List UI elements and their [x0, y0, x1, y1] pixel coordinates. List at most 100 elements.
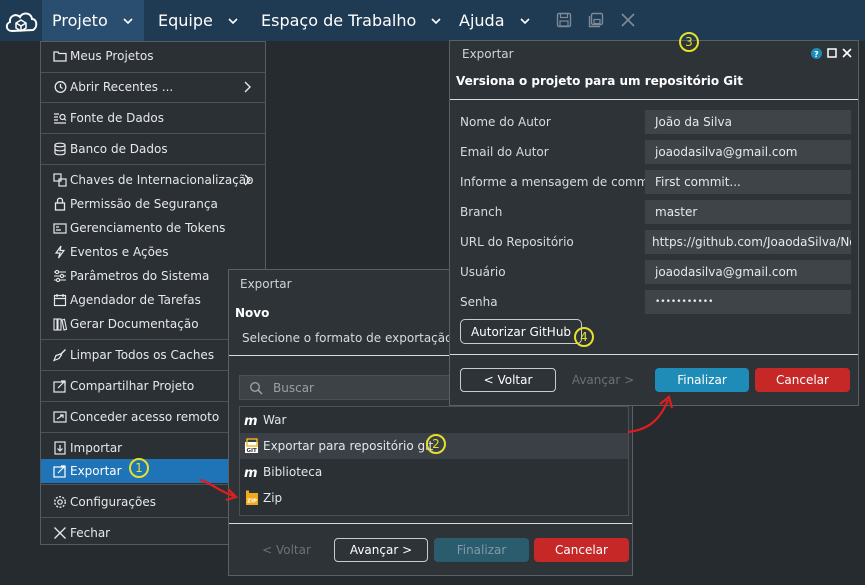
field-label-repository-url: URL do Repositório — [460, 235, 574, 249]
author-email-field[interactable]: joaodasilva@gmail.com — [645, 140, 851, 164]
remote-icon — [53, 411, 67, 423]
svg-text:?: ? — [814, 50, 819, 59]
database-icon — [54, 142, 66, 156]
token-icon — [53, 223, 67, 234]
divider — [41, 133, 265, 134]
git-export-dialog: Exportar ? Versiona o projeto para um re… — [449, 40, 859, 406]
maximize-icon[interactable] — [827, 48, 837, 58]
branch-field[interactable]: master — [645, 200, 851, 224]
menu-item-fonte-de-dados[interactable]: Fonte de Dados — [41, 106, 265, 130]
menubar: Projeto Equipe Espaço de Trabalho Ajuda — [0, 0, 865, 41]
password-field[interactable]: ••••••••••• — [645, 290, 851, 314]
import-icon — [54, 441, 66, 455]
username-field[interactable]: joaodasilva@gmail.com — [645, 260, 851, 284]
svg-text:m: m — [244, 466, 258, 480]
menu-espaco-de-trabalho[interactable]: Espaço de Trabalho — [251, 0, 452, 41]
format-item-war[interactable]: m War — [240, 407, 628, 433]
bolt-icon — [54, 245, 66, 259]
close-icon[interactable] — [620, 12, 636, 28]
chevron-down-icon — [431, 17, 441, 24]
translate-icon — [53, 173, 67, 187]
menu-item-meus-projetos[interactable]: Meus Projetos — [41, 44, 265, 68]
lock-icon — [54, 197, 66, 211]
menu-item-label: Importar — [70, 441, 123, 455]
svg-text:ZIP: ZIP — [247, 499, 257, 505]
red-arrow-icon — [627, 395, 674, 434]
finish-button[interactable]: Finalizar — [434, 538, 529, 562]
menu-item-label: Gerar Documentação — [70, 317, 199, 331]
cancel-button[interactable]: Cancelar — [755, 368, 850, 392]
dialog-heading: Novo — [235, 306, 270, 320]
finish-button[interactable]: Finalizar — [655, 368, 749, 392]
close-icon — [54, 527, 66, 539]
menu-equipe[interactable]: Equipe — [148, 0, 249, 41]
red-arrow-icon — [199, 478, 239, 502]
menu-projeto-label: Projeto — [52, 11, 108, 30]
divider — [229, 523, 632, 524]
cancel-button[interactable]: Cancelar — [534, 538, 629, 562]
mobile-m-icon: m — [244, 466, 258, 480]
menu-item-label: Compartilhar Projeto — [70, 379, 195, 393]
menu-item-abrir-recentes[interactable]: Abrir Recentes ... — [41, 75, 265, 99]
save-all-icon[interactable] — [588, 12, 604, 28]
cloud-logo-icon[interactable] — [3, 7, 39, 35]
back-button[interactable]: < Voltar — [460, 368, 556, 392]
author-name-field[interactable]: João da Silva — [645, 110, 851, 134]
help-icon[interactable]: ? — [811, 48, 822, 59]
books-icon — [53, 318, 67, 331]
menu-item-label: Configurações — [70, 495, 156, 509]
mobile-m-icon: m — [244, 414, 258, 428]
menu-projeto[interactable]: Projeto — [42, 0, 144, 41]
history-icon — [54, 81, 67, 93]
authorize-github-button[interactable]: Autorizar GitHub — [460, 319, 582, 344]
menu-ajuda[interactable]: Ajuda — [449, 0, 541, 41]
format-item-zip[interactable]: ZIP Zip — [240, 485, 628, 511]
field-label-username: Usuário — [460, 265, 506, 279]
step-badge-3: 3 — [679, 32, 699, 52]
menu-item-eventos-acoes[interactable]: Eventos e Ações — [41, 240, 265, 264]
next-button[interactable]: Avançar > — [558, 368, 648, 392]
menu-item-label: Chaves de Internacionalização — [70, 173, 254, 187]
field-label-commit-message: Informe a mensagem de commit — [460, 175, 657, 189]
menu-item-label: Meus Projetos — [70, 49, 154, 63]
dialog-title: Exportar — [240, 277, 292, 291]
chevron-down-icon — [228, 17, 238, 24]
search-placeholder: Buscar — [273, 380, 314, 395]
field-label-password: Senha — [460, 295, 498, 309]
svg-text:m: m — [244, 414, 258, 428]
divider — [450, 99, 858, 100]
menu-item-gerenciamento-tokens[interactable]: Gerenciamento de Tokens — [41, 216, 265, 240]
search-icon — [249, 381, 263, 395]
menu-ajuda-label: Ajuda — [459, 11, 505, 30]
field-label-author-name: Nome do Autor — [460, 115, 551, 129]
back-button[interactable]: < Voltar — [239, 538, 334, 562]
menu-item-banco-de-dados[interactable]: Banco de Dados — [41, 137, 265, 161]
git-icon: GIT — [245, 438, 258, 454]
format-item-label: Zip — [263, 491, 283, 505]
dialog-title: Exportar — [462, 47, 514, 61]
datasource-icon — [54, 113, 67, 124]
format-item-biblioteca[interactable]: m Biblioteca — [240, 459, 628, 485]
step-badge-4: 4 — [574, 327, 594, 347]
chevron-right-icon — [244, 174, 251, 186]
dialog-heading: Versiona o projeto para um repositório G… — [456, 74, 743, 88]
close-icon[interactable] — [842, 48, 852, 58]
format-item-label: War — [263, 413, 287, 427]
menu-equipe-label: Equipe — [158, 11, 213, 30]
save-icon[interactable] — [556, 12, 572, 28]
divider — [41, 72, 265, 73]
commit-message-field[interactable]: First commit... — [645, 170, 851, 194]
menu-item-label: Abrir Recentes ... — [70, 80, 174, 94]
menu-item-permissao-seguranca[interactable]: Permissão de Segurança — [41, 192, 265, 216]
divider — [41, 164, 265, 165]
export-icon — [53, 465, 66, 478]
chevron-down-icon — [519, 17, 530, 24]
svg-text:GIT: GIT — [247, 448, 258, 454]
next-button[interactable]: Avançar > — [334, 538, 428, 562]
step-badge-1: 1 — [129, 458, 149, 478]
divider — [450, 354, 858, 355]
menu-item-chaves-internacionalizacao[interactable]: Chaves de Internacionalização — [41, 168, 265, 192]
divider — [41, 102, 265, 103]
repository-url-field[interactable]: https://github.com/JoaodaSilva/No — [645, 230, 851, 254]
menu-item-label: Fechar — [70, 526, 111, 540]
